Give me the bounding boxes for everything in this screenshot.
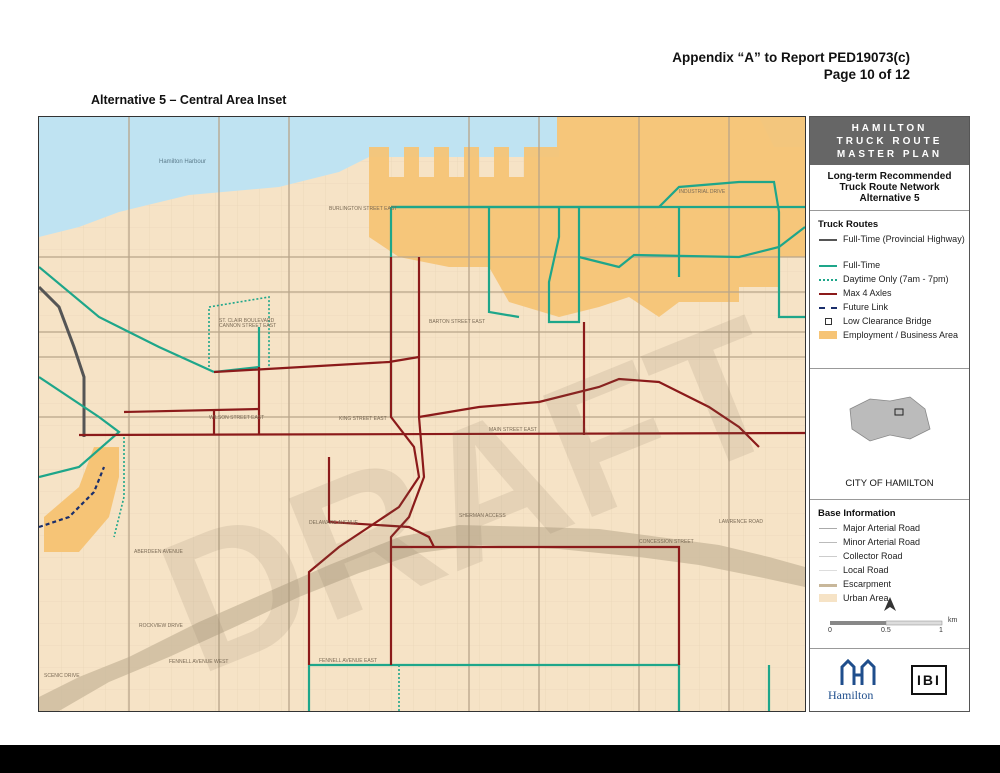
collector-swatch (819, 556, 837, 557)
bottom-bar (0, 745, 1000, 773)
label-main: MAIN STREET EAST (489, 427, 537, 433)
north-arrow-icon (884, 597, 896, 611)
legend-full-time-provincial-label: Full-Time (Provincial Highway) (843, 234, 965, 244)
label-stclair: ST. CLAIR BOULEVARD (219, 318, 275, 324)
provincial-swatch (819, 239, 837, 241)
scale-bar-area: 0 0.5 1 km (810, 587, 969, 657)
minor-swatch (819, 542, 837, 543)
scale-tick-1: 1 (939, 627, 943, 634)
scale-unit: km (948, 617, 958, 624)
label-barton: BARTON STREET EAST (429, 319, 485, 325)
city-label: CITY OF HAMILTON (845, 478, 934, 489)
legend-employment-label: Employment / Business Area (843, 330, 959, 340)
label-rockview: ROCKVIEW DRIVE (139, 623, 184, 629)
legend-full-time-label: Full-Time (843, 260, 881, 270)
scale-tick-0-5: 0.5 (881, 627, 891, 634)
scale-bar (830, 597, 943, 626)
legend-title-line-1: HAMILTON (851, 123, 928, 134)
map-frame[interactable]: DRAFT Hamilton Harbour BURLINGTON STREET… (38, 116, 806, 712)
city-locator: CITY OF HAMILTON (810, 368, 969, 500)
legend-collector: Collector Road (810, 551, 969, 565)
hamilton-logo-icon (840, 658, 876, 685)
legend-low-bridge: Low Clearance Bridge (810, 316, 969, 330)
inset-title: Alternative 5 – Central Area Inset (91, 93, 287, 107)
legend-title: HAMILTON TRUCK ROUTE MASTER PLAN (810, 117, 969, 165)
legend-minor-label: Minor Arterial Road (843, 537, 921, 547)
legend-full-time-provincial: Full-Time (Provincial Highway) (810, 234, 969, 260)
legend-daytime-label: Daytime Only (7am - 7pm) (843, 274, 949, 284)
legend-future-label: Future Link (843, 302, 889, 312)
legend-low-bridge-label: Low Clearance Bridge (843, 316, 932, 326)
legend-daytime: Daytime Only (7am - 7pm) (810, 274, 969, 288)
legend-collector-label: Collector Road (843, 551, 903, 561)
major-swatch (819, 528, 837, 529)
legend-title-line-3: MASTER PLAN (836, 149, 943, 160)
legend-title-line-2: TRUCK ROUTE (836, 136, 943, 147)
label-lawrence: LAWRENCE ROAD (719, 519, 763, 525)
legend-subtitle-line-1: Long-term Recommended (827, 171, 952, 182)
legend-major-label: Major Arterial Road (843, 523, 921, 533)
legend-future: Future Link (810, 302, 969, 316)
label-burlington: BURLINGTON STREET EAST (329, 206, 397, 212)
logo-bar: Hamilton IBI (810, 648, 969, 711)
daytime-swatch (819, 279, 837, 281)
label-scenic: SCENIC DRIVE (44, 673, 80, 679)
legend-subtitle-line-2: Truck Route Network (839, 182, 940, 193)
label-industrial: INDUSTRIAL DRIVE (679, 189, 726, 195)
local-swatch (819, 570, 837, 571)
low-bridge-icon (825, 318, 832, 325)
map-canvas[interactable]: DRAFT Hamilton Harbour BURLINGTON STREET… (39, 117, 805, 711)
label-wilson: WILSON STREET EAST (209, 415, 264, 421)
legend-minor: Minor Arterial Road (810, 537, 969, 551)
full-time-swatch (819, 265, 837, 267)
max4-swatch (819, 293, 837, 295)
ibi-logo: IBI (911, 665, 947, 695)
legend-full-time: Full-Time (810, 260, 969, 274)
legend-major: Major Arterial Road (810, 523, 969, 537)
appendix-label: Appendix “A” to Report PED19073(c) (672, 50, 910, 65)
label-aberdeen: ABERDEEN AVENUE (134, 549, 183, 555)
label-fennell: FENNELL AVENUE EAST (319, 658, 377, 664)
label-king: KING STREET EAST (339, 416, 387, 422)
legend-panel: HAMILTON TRUCK ROUTE MASTER PLAN Long-te… (809, 116, 970, 712)
page-number: Page 10 of 12 (823, 67, 910, 82)
legend-employment: Employment / Business Area (810, 330, 969, 356)
label-delaware: DELAWARE AVENUE (309, 520, 359, 526)
legend-local: Local Road (810, 565, 969, 579)
label-concession: CONCESSION STREET (639, 539, 694, 545)
hamilton-logo-text: Hamilton (828, 688, 874, 702)
future-swatch (819, 307, 837, 309)
label-harbour: Hamilton Harbour (159, 159, 206, 165)
legend-subtitle-line-3: Alternative 5 (859, 193, 920, 204)
label-fennell-w: FENNELL AVENUE WEST (169, 659, 228, 665)
truck-routes-heading: Truck Routes (818, 219, 879, 230)
legend-local-label: Local Road (843, 565, 889, 575)
label-sherman: SHERMAN ACCESS (459, 513, 506, 519)
city-outline-map (849, 396, 931, 442)
legend-max4-label: Max 4 Axles (843, 288, 892, 298)
base-info-heading: Base Information (818, 508, 896, 519)
employment-swatch (819, 331, 837, 339)
scale-tick-0: 0 (828, 627, 832, 634)
legend-subtitle: Long-term Recommended Truck Route Networ… (810, 165, 969, 211)
legend-max4: Max 4 Axles (810, 288, 969, 302)
